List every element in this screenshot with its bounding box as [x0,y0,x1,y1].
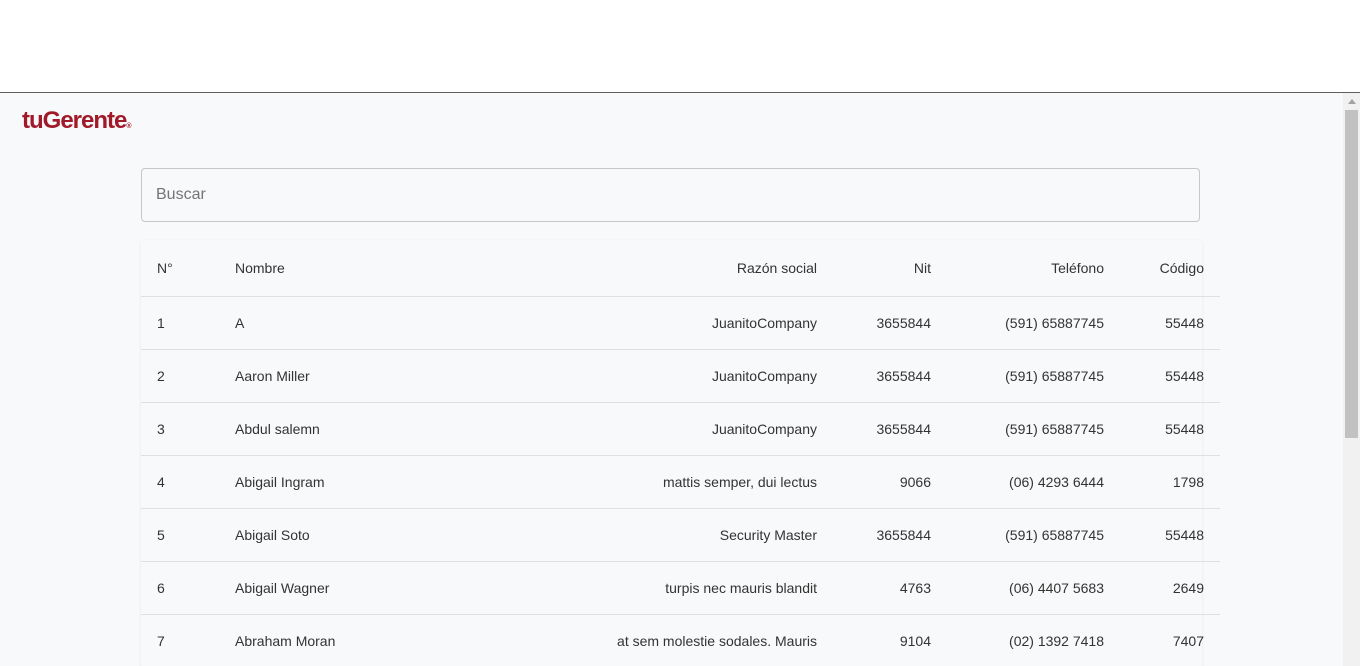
cell-nombre: Abdul salemn [235,402,481,456]
cell-nit: 9104 [833,614,947,666]
cell-nombre: A [235,296,481,350]
cell-nombre: Abigail Ingram [235,455,481,509]
cell-nit: 3655844 [833,296,947,350]
cell-codigo: 55448 [1120,402,1220,456]
cell-num: 5 [141,508,235,562]
cell-nit: 4763 [833,561,947,615]
cell-nombre: Abigail Wagner [235,561,481,615]
cell-nit: 3655844 [833,349,947,403]
cell-num: 3 [141,402,235,456]
cell-codigo: 7407 [1120,614,1220,666]
cell-nombre: Abraham Moran [235,614,481,666]
cell-num: 7 [141,614,235,666]
table-row[interactable]: 5 Abigail Soto Security Master 3655844 (… [141,508,1220,562]
cell-nit: 3655844 [833,508,947,562]
brand-logo[interactable]: tuGerente® [22,106,132,136]
cell-nit: 3655844 [833,402,947,456]
chevron-up-icon [1347,99,1356,104]
registered-mark: ® [126,123,132,130]
brand-name: tuGerente [22,107,127,134]
cell-nombre: Aaron Miller [235,349,481,403]
cell-razon-social: JuanitoCompany [481,402,833,456]
header-num[interactable]: N° [141,240,235,297]
vertical-scrollbar[interactable] [1343,93,1360,666]
cell-nit: 9066 [833,455,947,509]
cell-razon-social: JuanitoCompany [481,296,833,350]
table-row[interactable]: 6 Abigail Wagner turpis nec mauris bland… [141,561,1220,615]
clients-table: N° Nombre Razón social Nit Teléfono Códi… [141,240,1220,666]
cell-telefono: (591) 65887745 [947,508,1120,562]
cell-telefono: (02) 1392 7418 [947,614,1120,666]
cell-num: 4 [141,455,235,509]
cell-codigo: 55448 [1120,349,1220,403]
top-blank-area [0,0,1360,93]
header-nombre[interactable]: Nombre [235,240,481,297]
header-razon-social[interactable]: Razón social [481,240,833,297]
cell-codigo: 1798 [1120,455,1220,509]
header-nit[interactable]: Nit [833,240,947,297]
cell-num: 2 [141,349,235,403]
cell-razon-social: JuanitoCompany [481,349,833,403]
cell-num: 6 [141,561,235,615]
header-telefono[interactable]: Teléfono [947,240,1120,297]
cell-razon-social: mattis semper, dui lectus [481,455,833,509]
cell-telefono: (06) 4407 5683 [947,561,1120,615]
cell-nombre: Abigail Soto [235,508,481,562]
clients-table-card: N° Nombre Razón social Nit Teléfono Códi… [141,240,1220,666]
table-row[interactable]: 1 A JuanitoCompany 3655844 (591) 6588774… [141,296,1220,350]
table-row[interactable]: 7 Abraham Moran at sem molestie sodales.… [141,614,1220,666]
table-body: 1 A JuanitoCompany 3655844 (591) 6588774… [141,296,1220,666]
table-header-row: N° Nombre Razón social Nit Teléfono Códi… [141,240,1220,297]
cell-razon-social: at sem molestie sodales. Mauris [481,614,833,666]
app-container: tuGerente® N° Nombre Razón social Nit Te… [0,93,1343,666]
cell-codigo: 2649 [1120,561,1220,615]
table-row[interactable]: 2 Aaron Miller JuanitoCompany 3655844 (5… [141,349,1220,403]
cell-razon-social: Security Master [481,508,833,562]
cell-telefono: (591) 65887745 [947,402,1120,456]
table-row[interactable]: 3 Abdul salemn JuanitoCompany 3655844 (5… [141,402,1220,456]
cell-codigo: 55448 [1120,296,1220,350]
cell-telefono: (06) 4293 6444 [947,455,1120,509]
cell-num: 1 [141,296,235,350]
cell-codigo: 55448 [1120,508,1220,562]
header-codigo[interactable]: Código [1120,240,1220,297]
cell-razon-social: turpis nec mauris blandit [481,561,833,615]
search-input[interactable] [141,168,1200,222]
cell-telefono: (591) 65887745 [947,296,1120,350]
scroll-up-button[interactable] [1343,93,1360,110]
cell-telefono: (591) 65887745 [947,349,1120,403]
scrollbar-thumb[interactable] [1345,110,1358,438]
table-row[interactable]: 4 Abigail Ingram mattis semper, dui lect… [141,455,1220,509]
